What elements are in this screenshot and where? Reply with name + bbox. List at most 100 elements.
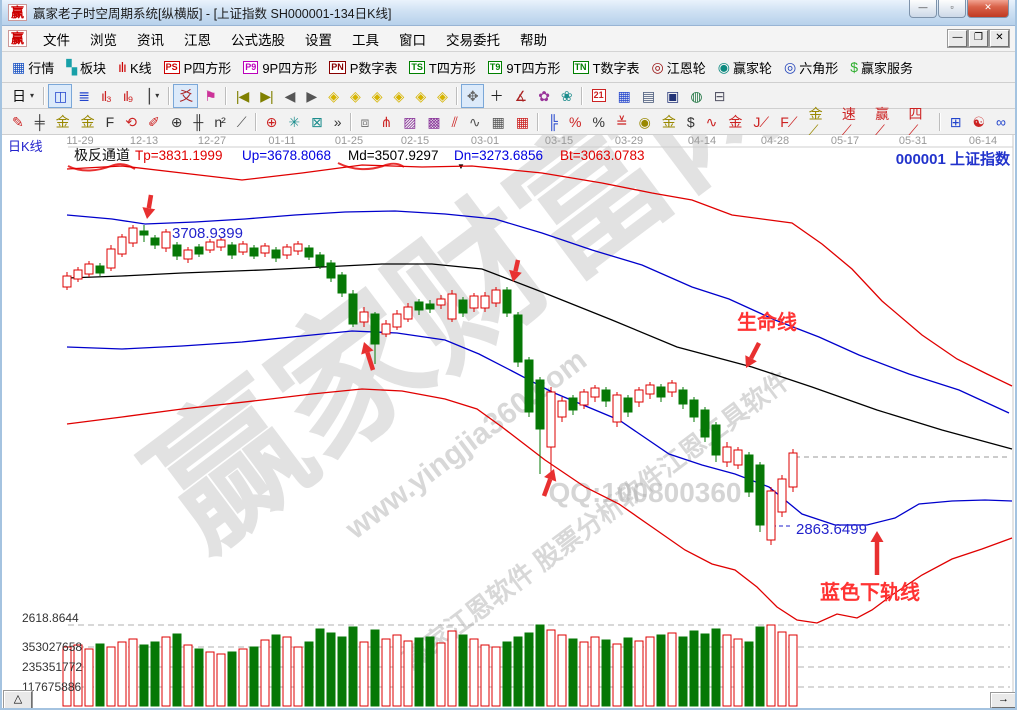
clover-tool-button[interactable]: ❀ <box>555 84 578 108</box>
minimize-button[interactable]: — <box>909 0 937 18</box>
fan-box-purple-tool-button[interactable]: ▨ <box>397 110 421 134</box>
t-square-button[interactable]: TS T四方形 <box>403 55 481 79</box>
n-square-tool-button[interactable]: n² <box>208 110 230 134</box>
zoom-diamond-v-expand-button[interactable]: ◈ <box>409 84 431 108</box>
bars-9-button[interactable]: ıl₉ <box>117 84 139 108</box>
zigzag-tool-button[interactable]: ∿ <box>463 110 486 134</box>
winner-service-button[interactable]: $ 赢家服务 <box>844 55 919 79</box>
winner-wheel-button[interactable]: ◉ 赢家轮 <box>712 55 778 79</box>
star-circle-tool-button[interactable]: ✳ <box>282 110 305 134</box>
gold-circle-tool-button[interactable]: ◉ <box>633 110 656 134</box>
gann-wheel-button[interactable]: ◎ 江恩轮 <box>646 55 712 79</box>
p-square-button[interactable]: PS P四方形 <box>158 55 238 79</box>
9t-square-button[interactable]: T9 9T四方形 <box>482 55 567 79</box>
pattern-tool-button[interactable]: 爻 <box>173 83 199 108</box>
zoom-diamond-h-shrink-button[interactable]: ◈ <box>388 84 410 108</box>
pencil-angle-tool-button[interactable]: ⟋ <box>231 110 252 134</box>
flag-tool-button[interactable]: ⚑ <box>198 84 222 108</box>
yinyang-tool-button[interactable]: ☯ <box>966 110 990 134</box>
dense-grid-red-tool-button[interactable]: ▦ <box>510 110 534 134</box>
grid-purple-tool-button[interactable]: ▩ <box>421 110 445 134</box>
menu-江恩[interactable]: 江恩 <box>174 30 221 51</box>
notes-button[interactable]: ▤ <box>636 84 660 108</box>
save-button[interactable]: ▣ <box>660 84 684 108</box>
zoom-diamond-h-expand-button[interactable]: ◈ <box>366 84 388 108</box>
percent-tool-button[interactable]: % <box>586 110 609 134</box>
angle-win-tool-button[interactable]: 赢⟋ <box>869 106 902 138</box>
target-red-tool-button[interactable]: ⊕ <box>260 110 283 134</box>
f-grid-tool-button[interactable]: F <box>100 110 120 134</box>
menu-工具[interactable]: 工具 <box>342 30 389 51</box>
menu-浏览[interactable]: 浏览 <box>80 30 127 51</box>
brush-ruler-tool-button[interactable]: ✐ <box>142 110 165 134</box>
calculator-button[interactable]: ▦ <box>612 84 636 108</box>
volume-pane-toggle-button[interactable]: △ <box>4 691 32 708</box>
zoom-diamond-left-button[interactable]: ◈ <box>322 84 344 108</box>
page-next-button[interactable]: ▶ <box>300 84 322 108</box>
candle-style-selector-button[interactable]: ⎥ ▾ <box>138 84 165 108</box>
angle-four-tool-button[interactable]: 四⟋ <box>902 106 935 138</box>
hand-tool-button[interactable]: ✥ <box>460 83 484 108</box>
scale-ruler-tool-button[interactable]: ╠ <box>542 110 563 134</box>
more-tools-button[interactable]: » <box>328 110 347 134</box>
bars-3-button[interactable]: ıl₃ <box>95 84 117 108</box>
gold-grid-tool-button[interactable]: 金 <box>50 110 75 134</box>
scroll-right-button[interactable]: → <box>991 693 1015 708</box>
angle-j-tool-button[interactable]: J⟋ <box>747 110 774 134</box>
fan-red-tool-button[interactable]: ⋔ <box>374 110 397 134</box>
dollar-pen-tool-button[interactable]: $ <box>681 110 700 134</box>
wave-lines-tool-button[interactable]: ∿ <box>700 110 723 134</box>
mdi-close-button[interactable]: ✕ <box>990 30 1009 47</box>
menu-资讯[interactable]: 资讯 <box>127 30 174 51</box>
goto-last-button[interactable]: ▶| <box>254 84 278 108</box>
maximize-button[interactable]: ▫ <box>938 0 966 18</box>
grid-x-tool-button[interactable]: ⊠ <box>305 110 328 134</box>
chart-window-button[interactable]: ◫ <box>48 83 73 108</box>
dense-grid-tool-button[interactable]: ▦ <box>486 110 510 134</box>
angle-gold-tool-button[interactable]: 金⟋ <box>803 106 836 138</box>
brush-tool-button[interactable]: ✎ <box>6 110 29 134</box>
gold-grid2-tool-button[interactable]: 金 <box>75 110 100 134</box>
mdi-restore-button[interactable]: ❐ <box>969 30 988 47</box>
t-digit-table-button[interactable]: TN T数字表 <box>567 55 646 79</box>
spiral-tool-button[interactable]: ⟲ <box>119 110 142 134</box>
dial-tool-button[interactable]: ⊕ <box>165 110 188 134</box>
color-grid-tool-button[interactable]: ⊞ <box>944 110 967 134</box>
flower-tool-button[interactable]: ✿ <box>532 84 555 108</box>
percent-lines-tool-button[interactable]: ≚ <box>610 110 633 134</box>
p-digit-table-button[interactable]: PN P数字表 <box>323 55 403 79</box>
quote-list-button[interactable]: ≣ <box>72 84 95 108</box>
goto-first-button[interactable]: |◀ <box>230 84 254 108</box>
web-export-button[interactable]: ◍ <box>684 84 707 108</box>
box-handle-tool-button[interactable]: ⧈ <box>355 110 375 134</box>
page-prev-button[interactable]: ◀ <box>279 84 301 108</box>
mdi-minimize-button[interactable]: — <box>948 30 967 47</box>
infinity-tool-button[interactable]: ∞ <box>990 110 1011 134</box>
hash-grid-tool-button[interactable]: ╪ <box>29 110 50 134</box>
crosshair-tool-button[interactable]: ＋ <box>484 84 509 108</box>
calendar-button[interactable]: 21 <box>586 84 612 108</box>
angle-li-tool-button[interactable]: 速⟋ <box>836 106 869 138</box>
percent-cut-tool-button[interactable]: % <box>563 110 586 134</box>
double-hash-tool-button[interactable]: ╫ <box>187 110 208 134</box>
period-day-selector-button[interactable]: 日 ▾ <box>6 84 40 108</box>
menu-帮助[interactable]: 帮助 <box>510 30 557 51</box>
sectors-button[interactable]: ▚ 板块 <box>60 55 112 79</box>
zoom-diamond-all-button[interactable]: ◈ <box>431 84 453 108</box>
menu-设置[interactable]: 设置 <box>295 30 342 51</box>
gold-lines-red-tool-button[interactable]: 金 <box>722 110 747 134</box>
kline-button[interactable]: ılı K线 <box>112 55 158 79</box>
9p-square-button[interactable]: P9 9P四方形 <box>237 55 323 79</box>
menu-公式选股[interactable]: 公式选股 <box>221 30 295 51</box>
gold-lines-tool-button[interactable]: 金 <box>656 110 681 134</box>
kline-chart-canvas[interactable]: 赢家财富网www.yingjia360.com赢家江恩软件 股票分析软件江恩工具… <box>2 135 1017 707</box>
menu-窗口[interactable]: 窗口 <box>389 30 436 51</box>
angle-f-tool-button[interactable]: F⟋ <box>774 110 802 134</box>
zoom-diamond-right-button[interactable]: ◈ <box>344 84 366 108</box>
hexagon-button[interactable]: ◎ 六角形 <box>778 55 844 79</box>
menu-文件[interactable]: 文件 <box>33 30 80 51</box>
fan-lines-tool-button[interactable]: ⫽ <box>446 110 463 134</box>
market-quotes-button[interactable]: ▦ 行情 <box>6 55 60 79</box>
print-button[interactable]: ⊟ <box>708 84 731 108</box>
close-button[interactable]: ✕ <box>967 0 1009 18</box>
